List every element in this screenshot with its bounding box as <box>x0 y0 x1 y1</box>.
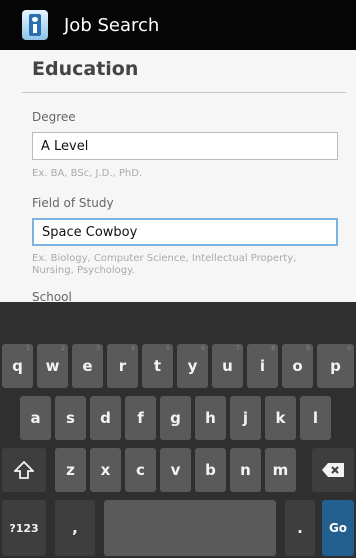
key-x[interactable]: x <box>90 448 121 492</box>
shift-key[interactable] <box>2 448 46 492</box>
key-q[interactable]: 1q <box>2 344 33 388</box>
backspace-icon <box>321 462 345 478</box>
field-of-study-input[interactable]: Space Cowboy <box>32 218 338 246</box>
app-title: Job Search <box>64 14 160 36</box>
key-d[interactable]: d <box>90 396 121 440</box>
key-u[interactable]: 7u <box>212 344 243 388</box>
education-form[interactable]: Education Degree A Level Ex. BA, BSc, J.… <box>0 50 356 302</box>
key-p[interactable]: 0p <box>317 344 354 388</box>
key-z[interactable]: z <box>55 448 86 492</box>
key-i-label: i <box>259 357 266 375</box>
job-search-app-icon <box>22 10 48 40</box>
key-i[interactable]: 8i <box>247 344 278 388</box>
degree-hint: Ex. BA, BSc, J.D., PhD. <box>32 168 143 179</box>
key-v[interactable]: v <box>160 448 191 492</box>
key-f[interactable]: f <box>125 396 156 440</box>
key-e-label: e <box>82 357 93 375</box>
key-w-label: w <box>45 357 60 375</box>
key-k[interactable]: k <box>265 396 296 440</box>
key-y-label: y <box>187 357 198 375</box>
backspace-key[interactable] <box>312 448 354 492</box>
key-p-label: p <box>330 357 341 375</box>
key-g[interactable]: g <box>160 396 191 440</box>
key-o-label: o <box>292 357 303 375</box>
key-w[interactable]: 2w <box>37 344 68 388</box>
key-t-label: t <box>153 357 162 375</box>
key-u-number: 7 <box>236 345 240 352</box>
key-a[interactable]: a <box>20 396 51 440</box>
key-o-number: 9 <box>306 345 310 352</box>
section-title: Education <box>32 58 139 80</box>
key-e-number: 3 <box>96 345 100 352</box>
comma-key[interactable]: , <box>55 500 95 556</box>
go-key[interactable]: Go <box>322 500 354 556</box>
soft-keyboard: 1q 2w 3e 4r 5t 6y 7u 8i 9o 0p a s d f g … <box>0 302 356 558</box>
field-of-study-hint: Ex. Biology, Computer Science, Intellect… <box>32 253 297 276</box>
key-c[interactable]: c <box>125 448 156 492</box>
key-r-label: r <box>118 357 127 375</box>
key-i-number: 8 <box>271 345 275 352</box>
key-r[interactable]: 4r <box>107 344 138 388</box>
key-o[interactable]: 9o <box>282 344 313 388</box>
key-u-label: u <box>222 357 233 375</box>
key-m[interactable]: m <box>265 448 296 492</box>
key-y-number: 6 <box>201 345 205 352</box>
section-divider <box>22 92 346 93</box>
shift-arrow-icon <box>14 461 34 479</box>
period-key[interactable]: . <box>285 500 315 556</box>
key-e[interactable]: 3e <box>72 344 103 388</box>
key-n[interactable]: n <box>230 448 261 492</box>
key-r-number: 4 <box>131 345 135 352</box>
degree-label: Degree <box>32 110 76 124</box>
key-y[interactable]: 6y <box>177 344 208 388</box>
key-h[interactable]: h <box>195 396 226 440</box>
key-j[interactable]: j <box>230 396 261 440</box>
key-s[interactable]: s <box>55 396 86 440</box>
key-t-number: 5 <box>166 345 170 352</box>
key-p-number: 0 <box>347 345 351 352</box>
key-t[interactable]: 5t <box>142 344 173 388</box>
degree-input[interactable]: A Level <box>32 132 338 160</box>
school-label: School <box>32 290 72 302</box>
space-key[interactable] <box>104 500 276 556</box>
key-w-number: 2 <box>61 345 65 352</box>
key-l[interactable]: l <box>300 396 331 440</box>
key-b[interactable]: b <box>195 448 226 492</box>
title-bar: Job Search <box>0 0 356 50</box>
symbols-key[interactable]: ?123 <box>2 500 46 556</box>
key-q-number: 1 <box>26 345 30 352</box>
field-of-study-label: Field of Study <box>32 196 114 210</box>
key-q-label: q <box>12 357 23 375</box>
